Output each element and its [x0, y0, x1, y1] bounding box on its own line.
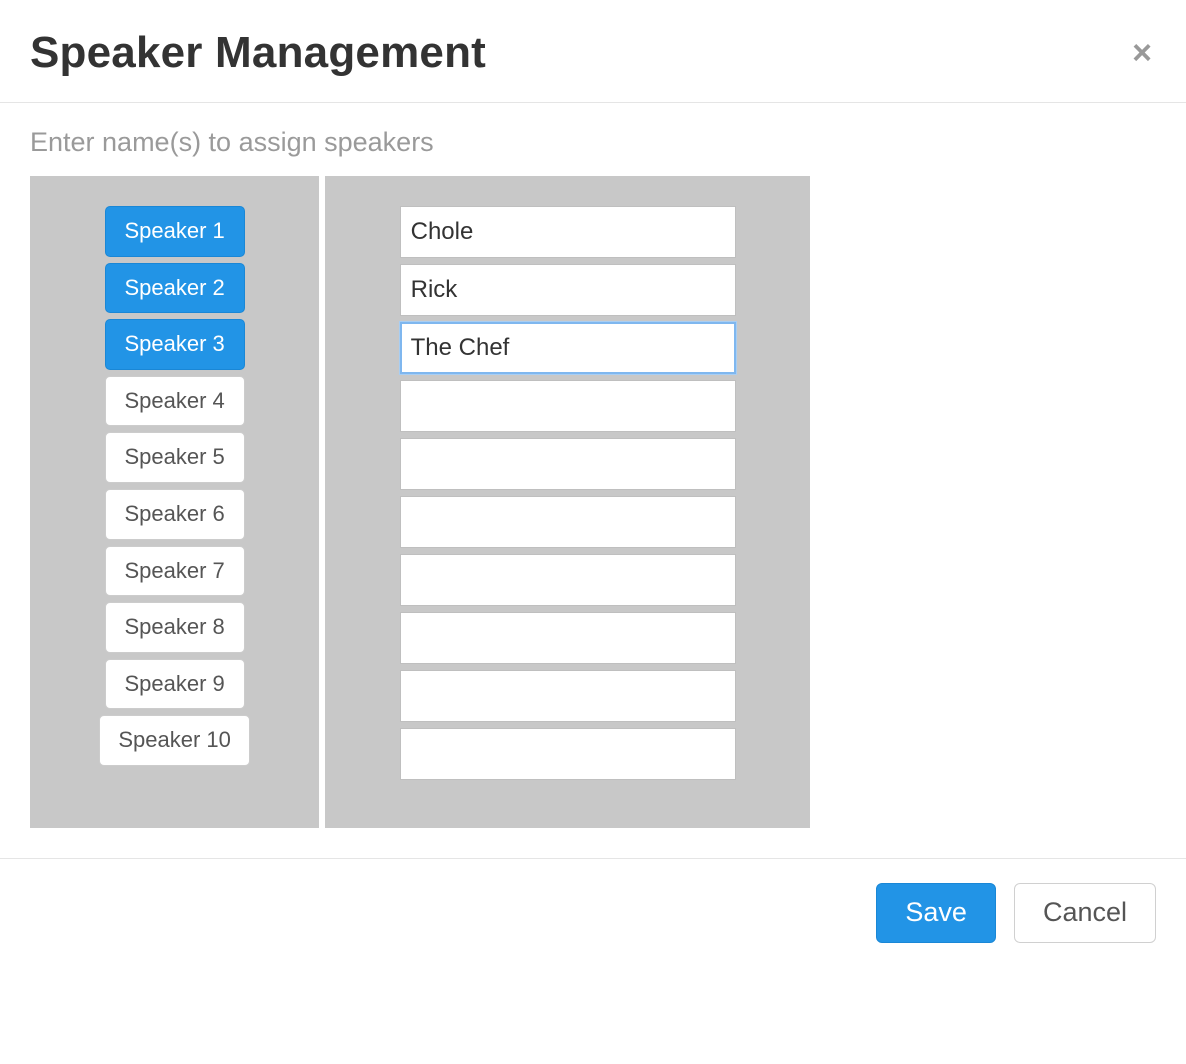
instruction-text: Enter name(s) to assign speakers	[30, 127, 1156, 158]
speaker-name-input-3[interactable]	[400, 322, 736, 374]
modal-footer: Save Cancel	[0, 858, 1186, 973]
speaker-name-panel	[325, 176, 810, 828]
speaker-button-1[interactable]: Speaker 1	[105, 206, 245, 257]
speaker-button-10[interactable]: Speaker 10	[99, 715, 250, 766]
speaker-button-3[interactable]: Speaker 3	[105, 319, 245, 370]
speaker-button-6[interactable]: Speaker 6	[105, 489, 245, 540]
save-button[interactable]: Save	[876, 883, 996, 943]
cancel-button[interactable]: Cancel	[1014, 883, 1156, 943]
speaker-name-input-1[interactable]	[400, 206, 736, 258]
speaker-button-8[interactable]: Speaker 8	[105, 602, 245, 653]
close-icon[interactable]: ×	[1128, 36, 1156, 70]
speaker-name-input-5[interactable]	[400, 438, 736, 490]
modal-title: Speaker Management	[30, 28, 486, 78]
speaker-management-modal: Speaker Management × Enter name(s) to as…	[0, 0, 1186, 973]
speaker-name-input-2[interactable]	[400, 264, 736, 316]
speaker-button-9[interactable]: Speaker 9	[105, 659, 245, 710]
speaker-name-input-7[interactable]	[400, 554, 736, 606]
speaker-name-input-9[interactable]	[400, 670, 736, 722]
speaker-button-5[interactable]: Speaker 5	[105, 432, 245, 483]
modal-header: Speaker Management ×	[0, 0, 1186, 103]
modal-body: Enter name(s) to assign speakers Speaker…	[0, 103, 1186, 858]
speaker-button-7[interactable]: Speaker 7	[105, 546, 245, 597]
speaker-name-input-8[interactable]	[400, 612, 736, 664]
speaker-name-input-10[interactable]	[400, 728, 736, 780]
speaker-name-input-6[interactable]	[400, 496, 736, 548]
speaker-label-panel: Speaker 1Speaker 2Speaker 3Speaker 4Spea…	[30, 176, 319, 828]
panels: Speaker 1Speaker 2Speaker 3Speaker 4Spea…	[30, 176, 810, 828]
speaker-name-input-4[interactable]	[400, 380, 736, 432]
speaker-button-2[interactable]: Speaker 2	[105, 263, 245, 314]
speaker-button-4[interactable]: Speaker 4	[105, 376, 245, 427]
